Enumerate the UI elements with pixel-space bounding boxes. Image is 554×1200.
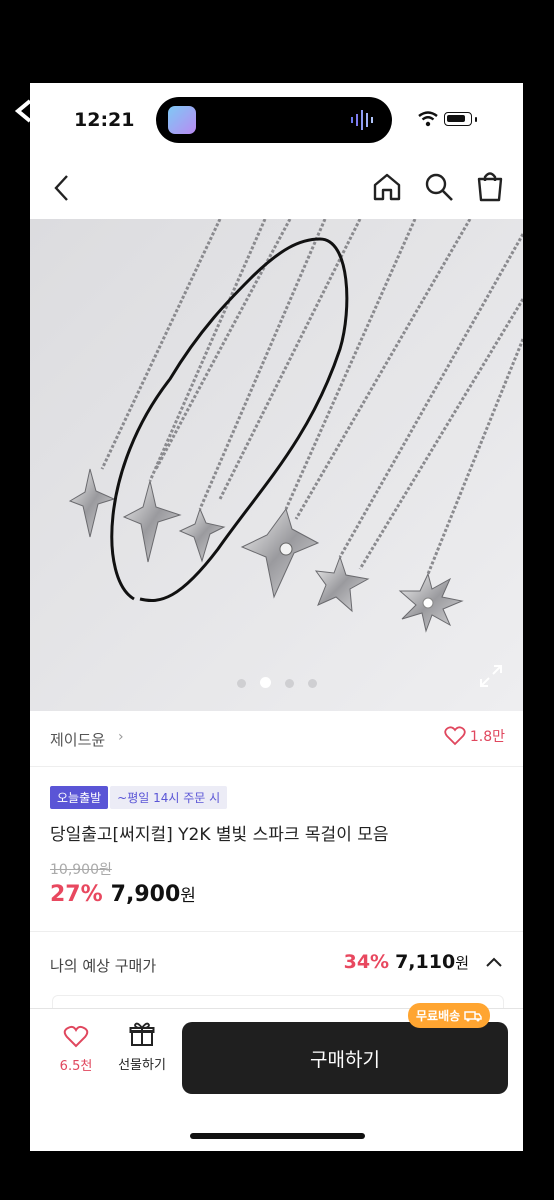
discount-rate: 27% <box>50 882 103 907</box>
home-icon <box>373 173 401 201</box>
original-price: 10,900원 <box>50 862 112 878</box>
gift-icon <box>129 1022 155 1046</box>
divider <box>30 931 523 932</box>
back-button[interactable] <box>48 171 76 205</box>
dynamic-island <box>156 97 392 143</box>
price-row: 27% 7,900원 <box>50 881 196 907</box>
heart-icon <box>444 726 466 746</box>
carousel-dots <box>30 673 523 692</box>
carousel-dot[interactable] <box>236 679 246 688</box>
cart-button[interactable] <box>474 169 506 207</box>
estimated-price: 7,110 <box>395 951 456 973</box>
search-icon <box>425 173 453 201</box>
brand-chevron-icon: › <box>118 729 124 745</box>
estimated-discount: 34% <box>343 951 390 973</box>
battery-icon <box>444 112 472 126</box>
sale-price: 7,900 <box>110 882 181 907</box>
estimated-currency: 원 <box>455 954 469 972</box>
wifi-icon <box>418 111 438 127</box>
shopping-bag-icon <box>477 172 503 202</box>
audio-wave-icon <box>351 110 373 130</box>
search-button[interactable] <box>423 171 455 207</box>
product-title: 당일출고[써지컬] Y2K 별빛 스파크 목걸이 모음 <box>50 825 389 845</box>
carousel-dot-active[interactable] <box>259 677 271 688</box>
status-time: 12:21 <box>74 109 135 131</box>
phone-screen: 12:21 제이드윤 › 1.8만 오늘출발 ~평일 14시 주문 시 당일출고… <box>30 83 523 1151</box>
like-button[interactable]: 1.8만 <box>444 726 505 746</box>
bottom-action-bar: 6.5천 선물하기 구매하기 무료배송 <box>30 1003 523 1151</box>
expand-icon <box>480 665 502 687</box>
same-day-badge: 오늘출발 <box>50 786 109 809</box>
currency-unit: 원 <box>180 886 196 906</box>
wishlist-count: 6.5천 <box>59 1059 93 1074</box>
product-image[interactable] <box>30 219 523 711</box>
buy-button[interactable]: 구매하기 <box>182 1022 508 1094</box>
estimated-price-label: 나의 예상 구매가 <box>50 957 157 975</box>
free-shipping-label: 무료배송 <box>416 1009 461 1023</box>
brand-link[interactable]: 제이드윤 <box>50 729 105 750</box>
chevron-up-icon <box>486 957 502 967</box>
heart-icon <box>63 1025 89 1048</box>
home-indicator[interactable] <box>190 1133 365 1139</box>
battery-cap <box>475 117 477 122</box>
home-button[interactable] <box>371 171 403 207</box>
top-nav <box>30 157 523 219</box>
free-shipping-badge: 무료배송 <box>408 1003 491 1028</box>
estimated-price-toggle[interactable]: 34% 7,110원 <box>344 951 503 973</box>
carousel-dot[interactable] <box>284 679 294 688</box>
carousel-dot[interactable] <box>307 679 317 688</box>
expand-image-button[interactable] <box>478 663 504 693</box>
necklace-photo <box>30 219 523 711</box>
like-count: 1.8만 <box>469 729 505 745</box>
delivery-tags: 오늘출발 ~평일 14시 주문 시 <box>50 786 228 809</box>
truck-icon <box>464 1010 482 1021</box>
gift-label: 선물하기 <box>118 1058 166 1073</box>
gift-button[interactable]: 선물하기 <box>114 1021 170 1073</box>
wishlist-button[interactable]: 6.5천 <box>56 1025 96 1074</box>
app-icon <box>168 106 196 134</box>
status-bar: 12:21 <box>30 83 523 157</box>
brand-row: 제이드윤 › 1.8만 <box>30 711 523 767</box>
order-cutoff-badge: ~평일 14시 주문 시 <box>110 786 228 809</box>
